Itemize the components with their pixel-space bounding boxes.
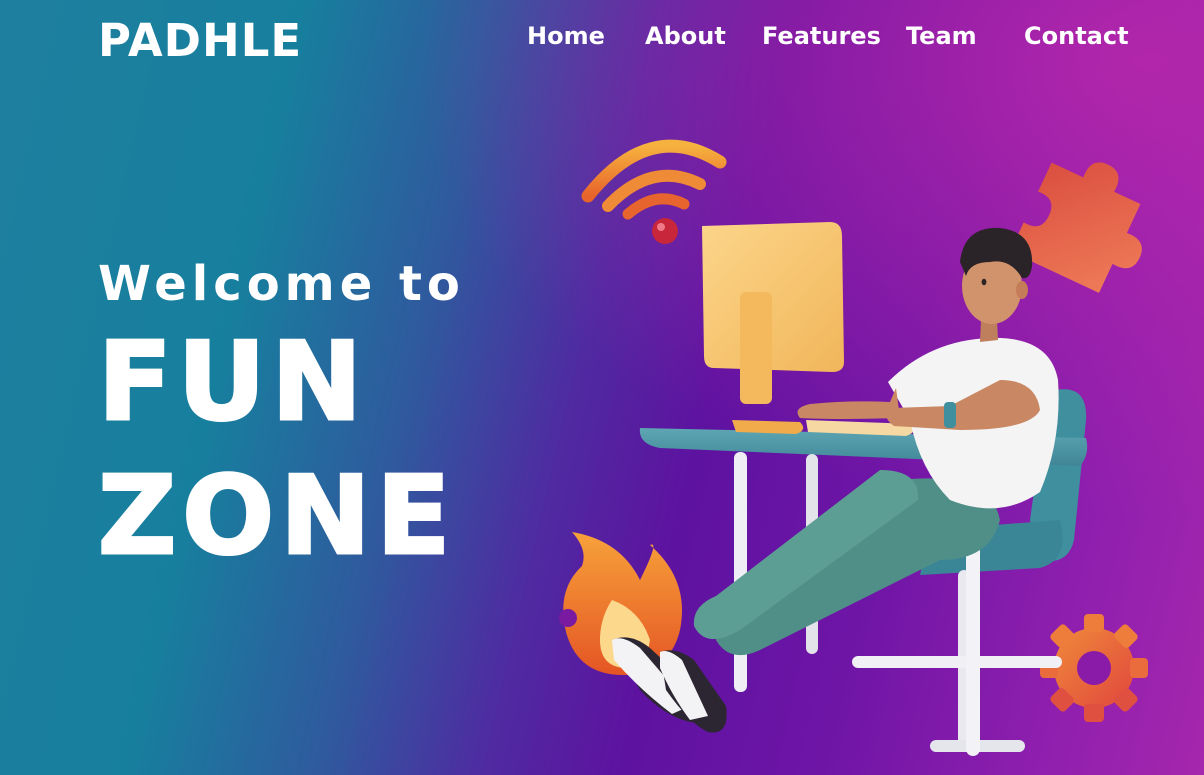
landing-page: PADHLE Home About Features Team Contact … (0, 0, 1204, 775)
hero-illustration (559, 139, 1148, 756)
nav-features[interactable]: Features (762, 22, 881, 50)
nav-team[interactable]: Team (906, 22, 977, 50)
puzzle-icon (1010, 162, 1142, 293)
gear-icon (1040, 614, 1148, 722)
hero-title-line1: FUN (97, 319, 368, 447)
hero-title-line2: ZONE (97, 453, 457, 581)
hero-welcome-text: Welcome to (98, 256, 465, 312)
nav-home[interactable]: Home (527, 22, 605, 50)
wifi-icon (581, 139, 727, 244)
nav-contact[interactable]: Contact (1024, 22, 1129, 50)
nav-about[interactable]: About (645, 22, 726, 50)
brand-logo[interactable]: PADHLE (98, 14, 302, 67)
hero-heading: Welcome to FUN ZONE (97, 252, 465, 584)
